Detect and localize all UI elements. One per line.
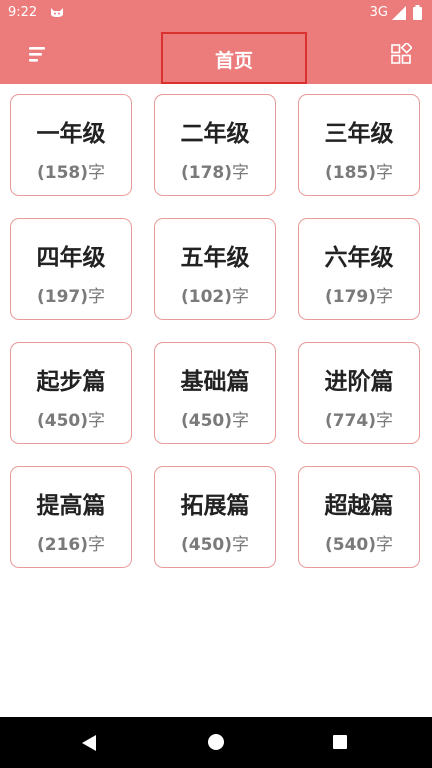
card-grade-3[interactable]: 三年级 (185)字 bbox=[298, 94, 420, 196]
card-grade-4[interactable]: 四年级 (197)字 bbox=[10, 218, 132, 320]
app-bar: 首页 bbox=[0, 26, 432, 84]
card-title: 超越篇 bbox=[324, 493, 394, 519]
card-title: 拓展篇 bbox=[180, 493, 250, 519]
card-title: 起步篇 bbox=[36, 369, 106, 395]
menu-icon[interactable] bbox=[26, 44, 48, 64]
signal-icon bbox=[392, 6, 406, 20]
battery-icon bbox=[413, 5, 422, 20]
card-title: 五年级 bbox=[180, 245, 250, 271]
card-char-count: (158)字 bbox=[36, 163, 106, 183]
card-char-count: (197)字 bbox=[36, 287, 106, 307]
card-char-count: (450)字 bbox=[36, 411, 106, 431]
card-basic[interactable]: 基础篇 (450)字 bbox=[154, 342, 276, 444]
card-char-count: (450)字 bbox=[180, 535, 250, 555]
card-title: 六年级 bbox=[324, 245, 394, 271]
card-title: 三年级 bbox=[324, 121, 394, 147]
card-title: 四年级 bbox=[36, 245, 106, 271]
card-starter[interactable]: 起步篇 (450)字 bbox=[10, 342, 132, 444]
card-beyond[interactable]: 超越篇 (540)字 bbox=[298, 466, 420, 568]
card-char-count: (185)字 bbox=[324, 163, 394, 183]
status-time: 9:22 bbox=[8, 5, 38, 20]
card-char-count: (178)字 bbox=[180, 163, 250, 183]
card-title: 提高篇 bbox=[36, 493, 106, 519]
recents-square-icon[interactable] bbox=[333, 735, 347, 749]
back-triangle-icon[interactable] bbox=[81, 734, 97, 752]
card-title: 二年级 bbox=[180, 121, 250, 147]
network-type: 3G bbox=[369, 5, 388, 20]
grid-apps-icon[interactable] bbox=[390, 43, 412, 65]
card-char-count: (216)字 bbox=[36, 535, 106, 555]
title-highlight-box: 首页 bbox=[161, 32, 307, 84]
card-char-count: (450)字 bbox=[180, 411, 250, 431]
card-title: 进阶篇 bbox=[324, 369, 394, 395]
card-grade-2[interactable]: 二年级 (178)字 bbox=[154, 94, 276, 196]
card-expand[interactable]: 拓展篇 (450)字 bbox=[154, 466, 276, 568]
card-char-count: (102)字 bbox=[180, 287, 250, 307]
card-advanced[interactable]: 进阶篇 (774)字 bbox=[298, 342, 420, 444]
card-char-count: (774)字 bbox=[324, 411, 394, 431]
card-grade-1[interactable]: 一年级 (158)字 bbox=[10, 94, 132, 196]
card-char-count: (179)字 bbox=[324, 287, 394, 307]
card-grade-5[interactable]: 五年级 (102)字 bbox=[154, 218, 276, 320]
status-bar: 9:22 3G bbox=[0, 0, 432, 26]
card-title: 基础篇 bbox=[180, 369, 250, 395]
card-char-count: (540)字 bbox=[324, 535, 394, 555]
page-title: 首页 bbox=[214, 50, 253, 72]
notification-cat-icon bbox=[51, 8, 63, 17]
card-title: 一年级 bbox=[36, 121, 106, 147]
card-grade-6[interactable]: 六年级 (179)字 bbox=[298, 218, 420, 320]
card-improve[interactable]: 提高篇 (216)字 bbox=[10, 466, 132, 568]
system-nav-bar bbox=[0, 717, 432, 768]
home-circle-icon[interactable] bbox=[208, 734, 224, 750]
